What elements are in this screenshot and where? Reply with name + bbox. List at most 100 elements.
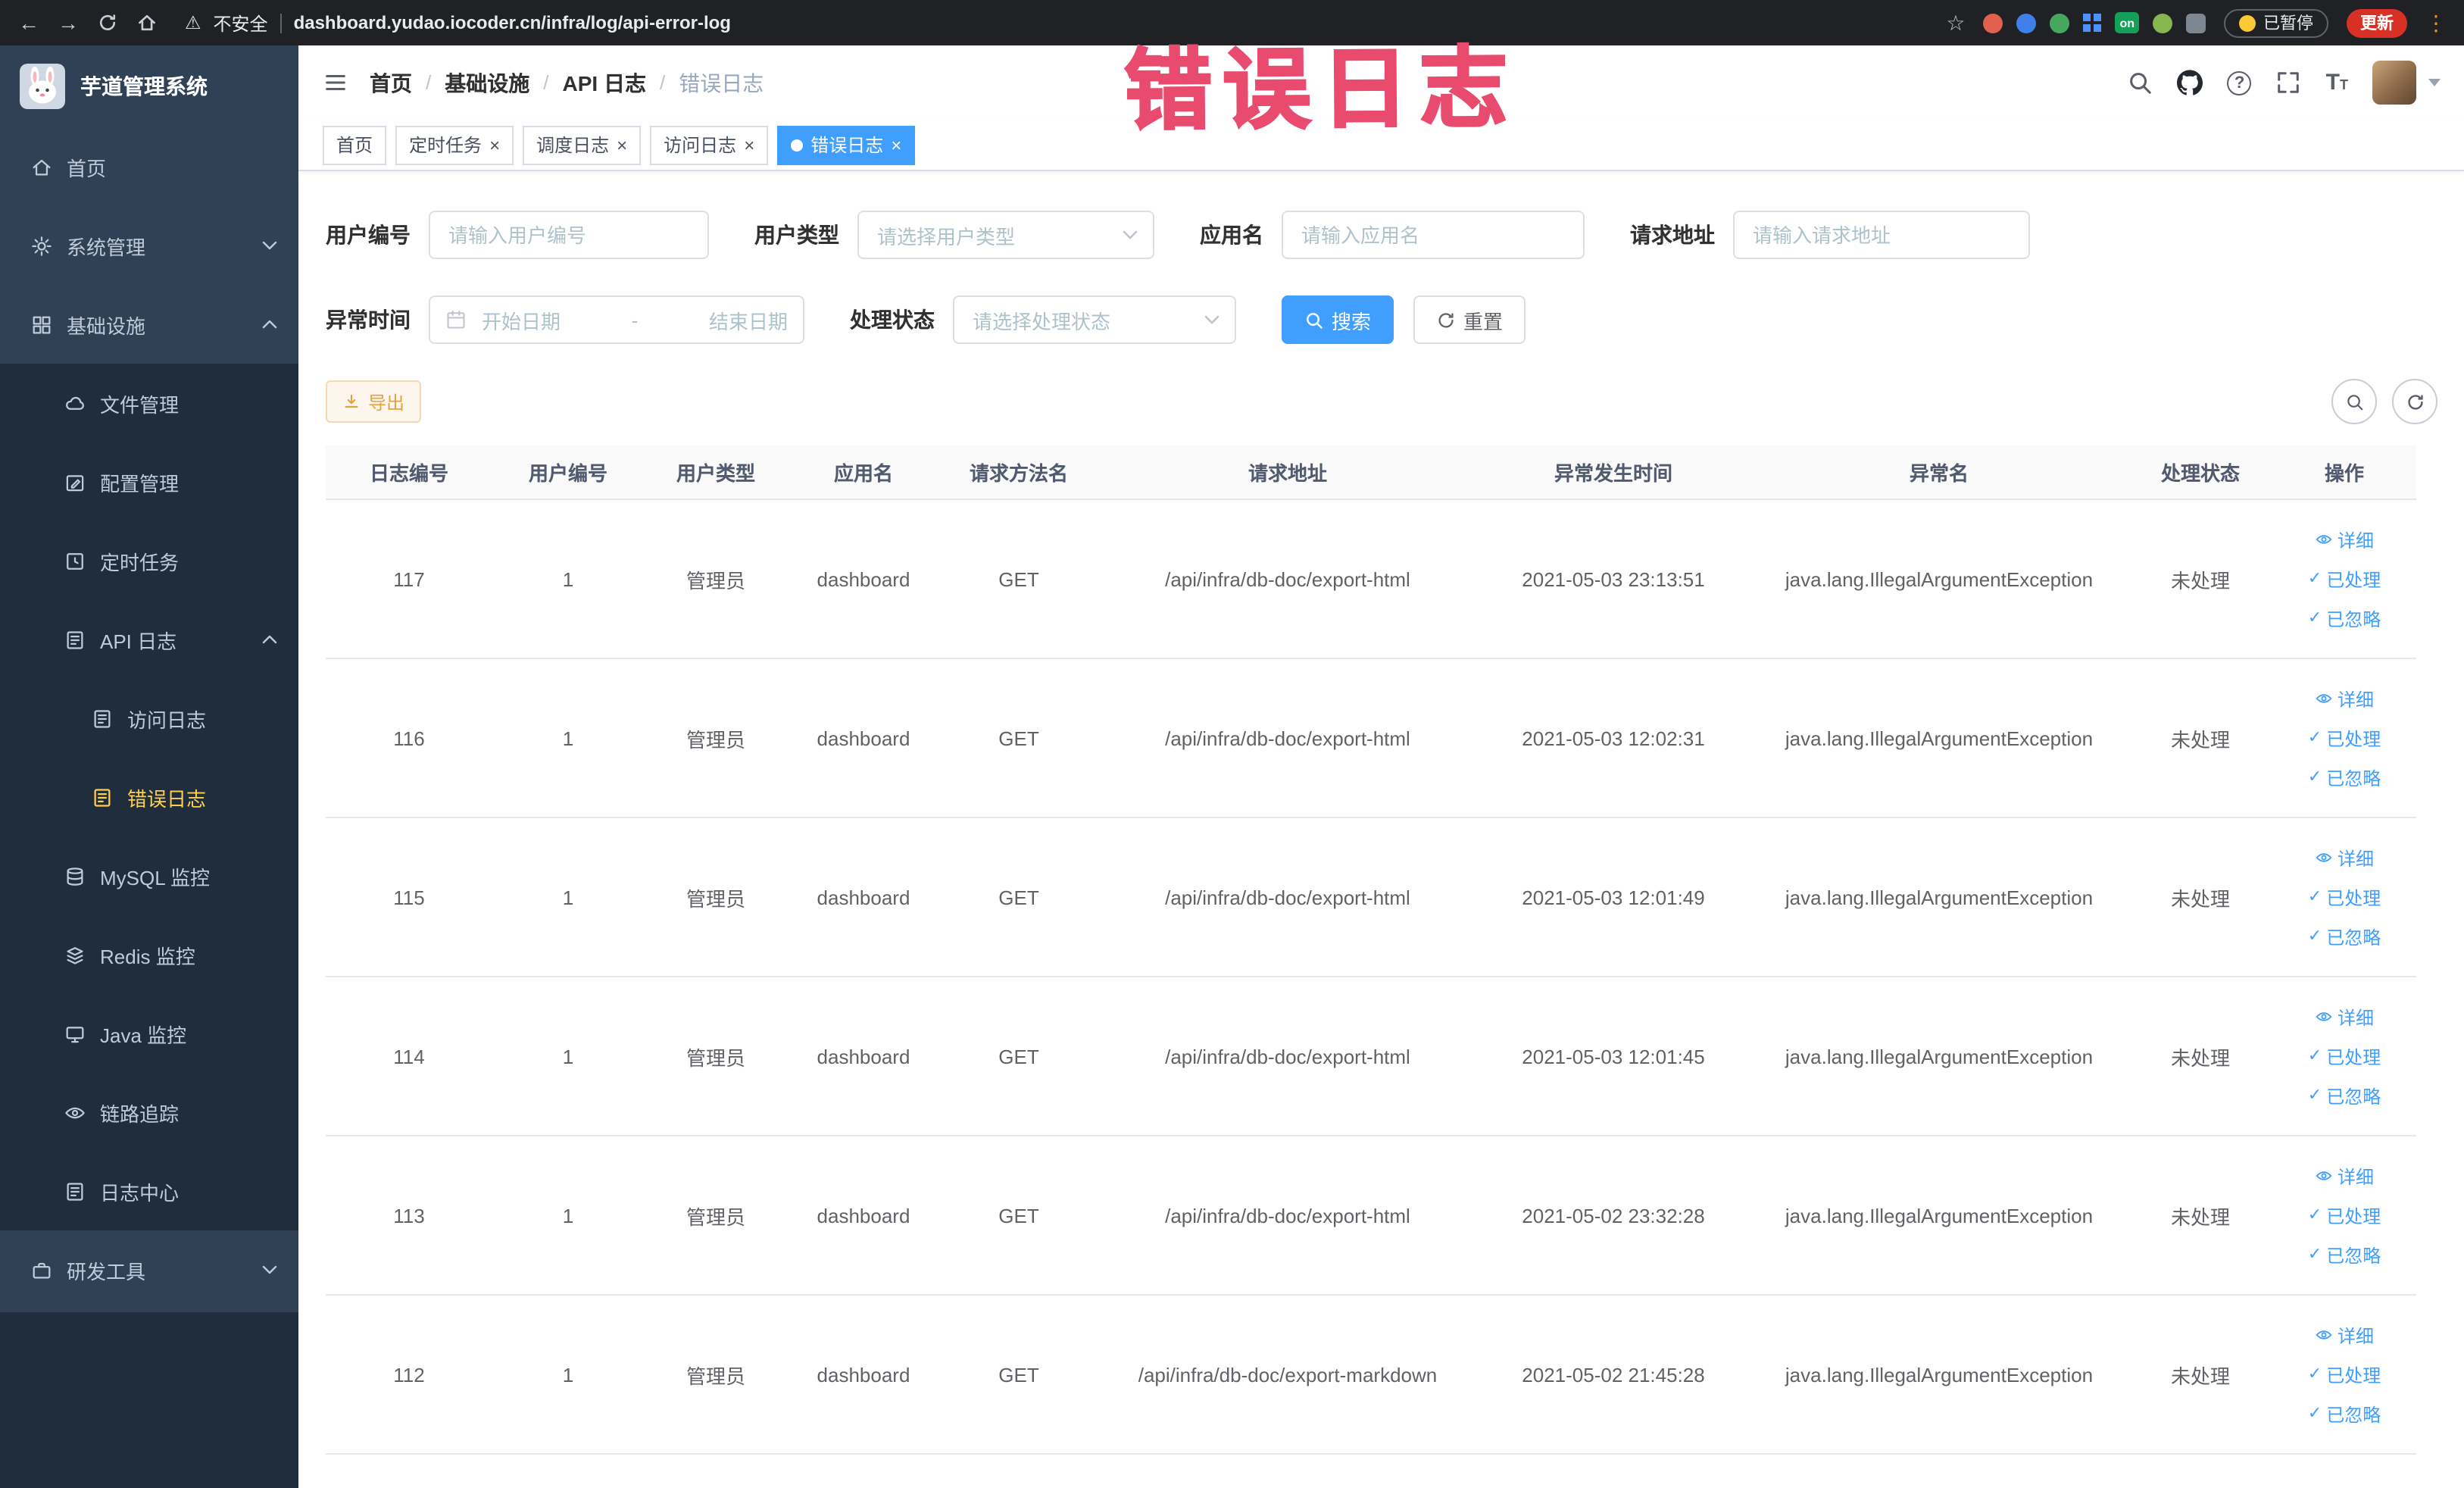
sidebar-item-error-log[interactable]: 错误日志 xyxy=(0,758,298,836)
check-icon: ✓ xyxy=(2307,1046,2322,1064)
close-icon[interactable]: × xyxy=(891,136,901,154)
sidebar-item-tracing[interactable]: 链路追踪 xyxy=(0,1073,298,1152)
extension-icon[interactable] xyxy=(2016,13,2037,33)
detail-link[interactable]: 详细 xyxy=(2315,1322,2374,1348)
detail-label: 详细 xyxy=(2337,689,2374,710)
ignored-link[interactable]: ✓ 已忽略 xyxy=(2308,1401,2381,1427)
reload-icon[interactable] xyxy=(97,12,118,33)
chevron-up-icon xyxy=(262,320,277,329)
close-icon[interactable]: × xyxy=(744,136,754,154)
sidebar-item-config-management[interactable]: 配置管理 xyxy=(0,442,298,521)
extension-on-badge[interactable]: on xyxy=(2115,12,2139,33)
sidebar-item-java-monitor[interactable]: Java 监控 xyxy=(0,994,298,1073)
breadcrumb-item[interactable]: 基础设施 xyxy=(445,67,529,98)
sidebar-item-dev-tools[interactable]: 研发工具 xyxy=(0,1230,298,1309)
app-logo[interactable]: 芋道管理系统 xyxy=(0,45,298,127)
close-icon[interactable]: × xyxy=(617,136,627,154)
export-button[interactable]: 导出 xyxy=(326,380,422,423)
browser-menu-icon[interactable]: ⋮ xyxy=(2425,10,2447,36)
detail-link[interactable]: 详细 xyxy=(2315,1163,2374,1189)
search-icon xyxy=(1307,312,1323,328)
bookmark-star-icon[interactable]: ☆ xyxy=(1946,12,1965,33)
processed-link[interactable]: ✓ 已处理 xyxy=(2308,725,2381,751)
tab-scheduler-log[interactable]: 调度日志 × xyxy=(523,125,642,164)
address-bar[interactable]: ⚠ 不安全 dashboard.yudao.iocoder.cn/infra/l… xyxy=(185,10,1919,36)
refresh-button[interactable] xyxy=(2392,379,2437,424)
sidebar-item-system-management[interactable]: 系统管理 xyxy=(0,206,298,285)
extension-grid-icon[interactable] xyxy=(2083,14,2102,32)
sidebar-item-api-logs[interactable]: API 日志 xyxy=(0,600,298,679)
processed-link[interactable]: ✓ 已处理 xyxy=(2308,884,2381,910)
ignored-link[interactable]: ✓ 已忽略 xyxy=(2308,764,2381,790)
filter-row-1: 用户编号 用户类型 请选择用户类型 应用名 xyxy=(326,211,2437,259)
detail-link[interactable]: 详细 xyxy=(2315,845,2374,871)
check-icon: ✓ xyxy=(2307,728,2322,746)
sidebar-item-label: 链路追踪 xyxy=(100,1102,180,1125)
ignored-link[interactable]: ✓ 已忽略 xyxy=(2308,1242,2381,1268)
font-size-icon[interactable]: TT xyxy=(2326,70,2348,95)
forward-icon[interactable]: → xyxy=(58,12,79,33)
avatar-caret-icon[interactable] xyxy=(2428,79,2441,86)
tab-scheduled-jobs[interactable]: 定时任务 × xyxy=(395,125,514,164)
update-button[interactable]: 更新 xyxy=(2347,8,2407,37)
browser-home-icon[interactable] xyxy=(136,12,158,33)
security-label[interactable]: 不安全 xyxy=(214,10,268,36)
search-icon[interactable] xyxy=(2128,70,2153,95)
user-id-label: 用户编号 xyxy=(326,223,411,247)
processed-link[interactable]: ✓ 已处理 xyxy=(2308,1202,2381,1228)
detail-link[interactable]: 详细 xyxy=(2315,1004,2374,1030)
sidebar-item-home[interactable]: 首页 xyxy=(0,127,298,206)
help-icon[interactable]: ? xyxy=(2227,70,2252,95)
extension-icon[interactable] xyxy=(1983,13,2003,33)
search-button[interactable]: 搜索 xyxy=(1282,295,1394,344)
ignored-link[interactable]: ✓ 已忽略 xyxy=(2308,605,2381,631)
processed-link[interactable]: ✓ 已处理 xyxy=(2308,1043,2381,1069)
sidebar-item-scheduled-jobs[interactable]: 定时任务 xyxy=(0,521,298,600)
breadcrumb-item[interactable]: 首页 xyxy=(370,67,412,98)
app-name-input[interactable] xyxy=(1282,211,1585,259)
paused-profile-badge[interactable]: 已暂停 xyxy=(2224,8,2328,37)
tab-home[interactable]: 首页 xyxy=(323,125,387,164)
sidebar-item-mysql-monitor[interactable]: MySQL 监控 xyxy=(0,836,298,915)
url-text[interactable]: dashboard.yudao.iocoder.cn/infra/log/api… xyxy=(294,12,731,33)
extension-icon[interactable] xyxy=(2050,13,2070,33)
table-row: 114 1 管理员 dashboard GET /api/infra/db-do… xyxy=(326,977,2416,1136)
sidebar-item-infrastructure[interactable]: 基础设施 xyxy=(0,285,298,364)
close-icon[interactable]: × xyxy=(489,136,500,154)
extension-icon[interactable] xyxy=(2153,13,2172,33)
date-range-picker[interactable]: 开始日期 - 结束日期 xyxy=(429,295,804,344)
reset-button[interactable]: 重置 xyxy=(1413,295,1526,344)
detail-link[interactable]: 详细 xyxy=(2315,527,2374,552)
sidebar-item-log-center[interactable]: 日志中心 xyxy=(0,1152,298,1230)
back-icon[interactable]: ← xyxy=(18,12,39,33)
tab-error-log[interactable]: 错误日志 × xyxy=(777,125,916,164)
refresh-icon xyxy=(2407,394,2422,409)
detail-label: 详细 xyxy=(2337,530,2374,551)
processed-link[interactable]: ✓ 已处理 xyxy=(2308,1361,2381,1387)
sidebar-item-label: 首页 xyxy=(67,157,107,180)
sidebar-toggle-icon[interactable] xyxy=(323,70,348,95)
exception-time-label: 异常时间 xyxy=(326,308,411,332)
tab-access-log[interactable]: 访问日志 × xyxy=(650,125,769,164)
document-icon xyxy=(67,1182,83,1200)
breadcrumb-item[interactable]: API 日志 xyxy=(563,67,646,98)
user-id-input[interactable] xyxy=(429,211,709,259)
hide-search-button[interactable] xyxy=(2331,379,2377,424)
sidebar-item-redis-monitor[interactable]: Redis 监控 xyxy=(0,915,298,994)
cell-status: 未处理 xyxy=(2170,1365,2230,1387)
ignored-link[interactable]: ✓ 已忽略 xyxy=(2308,924,2381,949)
ignored-link[interactable]: ✓ 已忽略 xyxy=(2308,1083,2381,1108)
extension-icon[interactable] xyxy=(2186,13,2206,33)
user-type-select[interactable]: 请选择用户类型 xyxy=(857,211,1154,259)
user-avatar[interactable] xyxy=(2372,61,2416,105)
detail-link[interactable]: 详细 xyxy=(2315,686,2374,711)
sidebar-item-label: 配置管理 xyxy=(100,472,180,495)
fullscreen-icon[interactable] xyxy=(2276,70,2302,95)
github-icon[interactable] xyxy=(2177,70,2203,95)
sidebar-item-file-management[interactable]: 文件管理 xyxy=(0,364,298,442)
sidebar-item-access-log[interactable]: 访问日志 xyxy=(0,679,298,758)
request-url-input[interactable] xyxy=(1733,211,2030,259)
error-log-table: 日志编号 用户编号 用户类型 应用名 请求方法名 请求地址 异常发生时间 异常名… xyxy=(326,445,2416,1455)
process-status-select[interactable]: 请选择处理状态 xyxy=(953,295,1236,344)
processed-link[interactable]: ✓ 已处理 xyxy=(2308,566,2381,592)
